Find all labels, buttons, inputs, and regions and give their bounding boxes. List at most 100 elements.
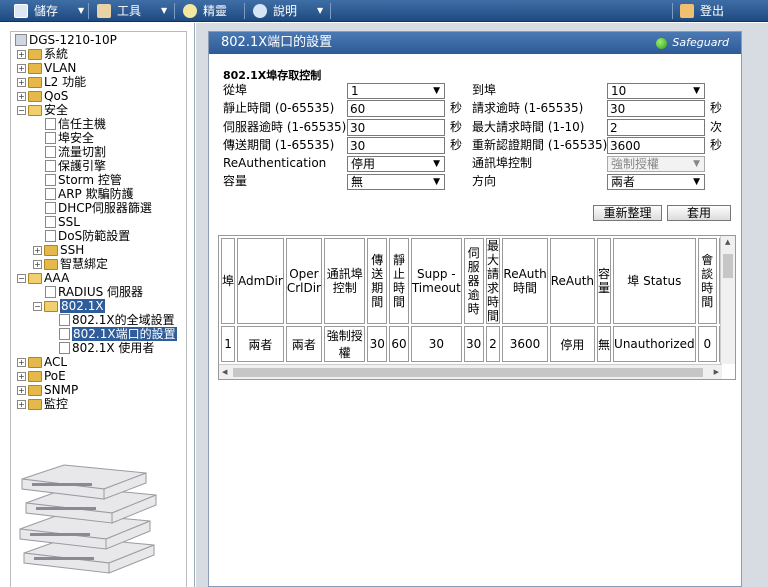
column-header: ReAuth 時間 [502, 238, 548, 324]
table-cell: 30 [367, 326, 388, 362]
to-port-select[interactable]: 10 ▼ [607, 83, 705, 99]
tree-item-qos[interactable]: + QoS [17, 89, 68, 103]
tree-root-label: DGS-1210-10P [29, 33, 117, 47]
page-icon [45, 118, 56, 130]
tree-item-radius[interactable]: RADIUS 伺服器 [43, 285, 143, 299]
tree-item-8021x[interactable]: − 802.1X [33, 299, 105, 313]
page-icon [45, 174, 56, 186]
vertical-scrollbar[interactable]: ▲ [720, 236, 735, 364]
tree-item-monitoring[interactable]: + 監控 [17, 397, 68, 411]
reauth-period-input[interactable] [607, 137, 705, 154]
tree-item-label: 智慧綁定 [60, 257, 109, 271]
scroll-left-icon[interactable]: ◀ [222, 368, 227, 376]
tx-period-input[interactable] [347, 137, 445, 154]
tree-item-aaa[interactable]: − AAA [17, 271, 69, 285]
tools-menu-label: 工具 [117, 4, 142, 18]
chevron-down-icon: ▼ [693, 86, 700, 96]
tree-item-security[interactable]: − 安全 [17, 103, 68, 117]
tree-item-l2[interactable]: + L2 功能 [17, 75, 86, 89]
tree-item-8021x-port[interactable]: 802.1X端口的設置 [57, 327, 177, 341]
folder-icon [28, 370, 42, 382]
tree-item-ssl[interactable]: SSL [43, 215, 80, 229]
tools-menu[interactable]: 工具 ▼ [97, 0, 167, 22]
tree-item-label: 安全 [44, 103, 69, 117]
tree-item-ssh[interactable]: + SSH [33, 243, 84, 257]
supp-timeout-input[interactable] [607, 100, 705, 117]
tree-item-safeguard-engine[interactable]: 保護引擎 [43, 159, 106, 173]
tree-item-label: 802.1X的全域設置 [72, 313, 175, 327]
save-menu[interactable]: 儲存 ▼ [14, 0, 84, 22]
expand-icon: + [33, 259, 42, 269]
tree-item-8021x-user[interactable]: 802.1X 使用者 [57, 341, 154, 355]
expand-icon: + [33, 245, 42, 255]
chevron-down-icon: ▼ [317, 6, 324, 15]
expand-icon: + [17, 399, 26, 409]
from-port-select[interactable]: 1 ▼ [347, 83, 445, 99]
server-timeout-unit: 秒 [450, 120, 463, 134]
capability-select[interactable]: 無 ▼ [347, 174, 445, 190]
floppy-disk-icon [14, 4, 28, 18]
folder-icon [28, 356, 42, 368]
tree-root[interactable]: DGS-1210-10P [15, 33, 117, 47]
tree-item-label: 埠安全 [58, 131, 95, 145]
port-control-value: 強制授權 [611, 157, 660, 171]
column-header: 傳送期間 [367, 238, 388, 324]
apply-button[interactable]: 套用 [667, 205, 731, 221]
tree-item-storm-control[interactable]: Storm 控管 [43, 173, 122, 187]
tree-item-label: ACL [44, 355, 68, 369]
tree-item-8021x-global[interactable]: 802.1X的全域設置 [57, 313, 175, 327]
port-settings-panel: 802.1X端口的設置 Safeguard 802.1X埠存取控制 從埠 1 ▼ … [208, 31, 742, 587]
chevron-down-icon: ▼ [433, 159, 440, 169]
refresh-button[interactable]: 重新整理 [593, 205, 662, 221]
tree-item-vlan[interactable]: + VLAN [17, 61, 76, 75]
quiet-period-input[interactable] [347, 100, 445, 117]
help-menu-label: 說明 [273, 4, 298, 18]
scroll-thumb[interactable] [723, 254, 733, 278]
safeguard-label: Safeguard [672, 36, 729, 49]
horizontal-scrollbar[interactable]: ◀ ▶ [219, 364, 722, 379]
tree-item-label: DoS防範設置 [58, 229, 131, 243]
scroll-right-icon[interactable]: ▶ [714, 368, 719, 376]
scroll-thumb[interactable] [233, 368, 703, 377]
logout-label: 登出 [700, 4, 725, 18]
folder-icon [28, 48, 42, 60]
help-menu[interactable]: 說明 ▼ [253, 0, 323, 22]
tree-item-poe[interactable]: + PoE [17, 369, 66, 383]
wizard-menu[interactable]: 精靈 [183, 0, 227, 22]
table-cell: Unauthorized [613, 326, 696, 362]
status-light-icon [656, 37, 668, 49]
quiet-period-label: 靜止時間 (0-65535) [223, 101, 335, 115]
logout-button[interactable]: 登出 [680, 0, 724, 22]
page-icon [45, 146, 56, 158]
chevron-down-icon: ▼ [433, 177, 440, 187]
tree-item-system[interactable]: + 系統 [17, 47, 68, 61]
expand-icon: + [17, 385, 26, 395]
logout-icon [680, 4, 694, 18]
reauthentication-select[interactable]: 停用 ▼ [347, 156, 445, 172]
tree-item-arp-spoofing[interactable]: ARP 欺騙防護 [43, 187, 134, 201]
tree-item-snmp[interactable]: + SNMP [17, 383, 78, 397]
column-header: 靜止時間 [389, 238, 409, 324]
tree-item-label: SNMP [44, 383, 79, 397]
from-port-value: 1 [351, 84, 359, 98]
tree-item-dhcp-screening[interactable]: DHCP伺服器篩選 [43, 201, 152, 215]
open-folder-icon [28, 104, 42, 116]
tree-item-port-security[interactable]: 埠安全 [43, 131, 94, 145]
tree-item-traffic-segmentation[interactable]: 流量切割 [43, 145, 106, 159]
max-request-input[interactable] [607, 119, 705, 136]
expand-icon: + [17, 357, 26, 367]
tree-item-label: L2 功能 [44, 75, 87, 89]
tree-item-dos[interactable]: DoS防範設置 [43, 229, 130, 243]
table-cell: 0 [697, 326, 717, 362]
direction-select[interactable]: 兩者 ▼ [607, 174, 705, 190]
tree-item-trusted-host[interactable]: 信任主機 [43, 117, 106, 131]
tree-item-label: ARP 欺騙防護 [58, 187, 134, 201]
tree-item-acl[interactable]: + ACL [17, 355, 67, 369]
scroll-up-icon[interactable]: ▲ [725, 238, 730, 246]
from-port-label: 從埠 [223, 83, 248, 97]
folder-icon [44, 244, 58, 256]
tree-item-smart-binding[interactable]: + 智慧綁定 [33, 257, 108, 271]
server-timeout-input[interactable] [347, 119, 445, 136]
supp-timeout-unit: 秒 [710, 101, 723, 115]
reauth-period-label: 重新認證期間 (1-65535) [472, 138, 608, 152]
